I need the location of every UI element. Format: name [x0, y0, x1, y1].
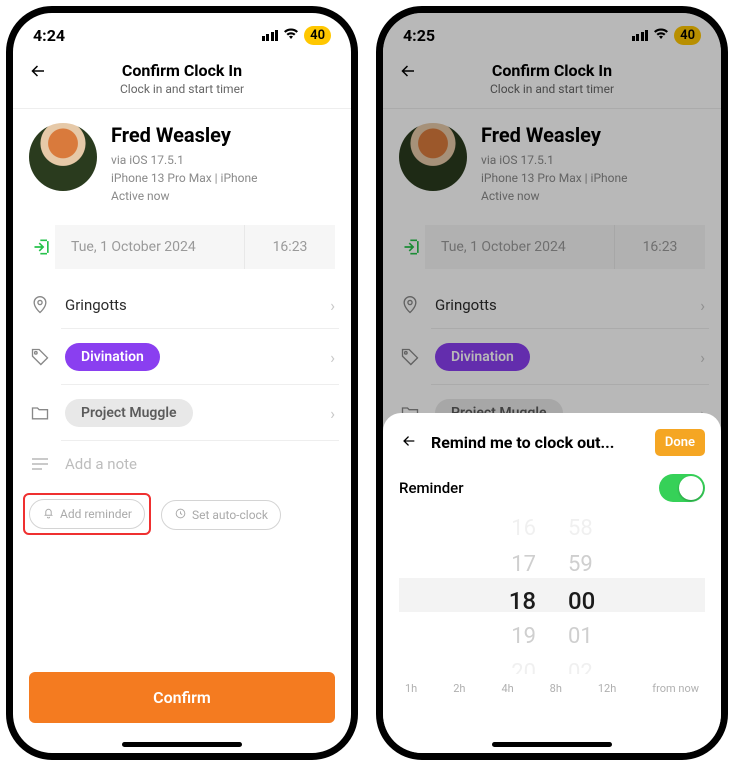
project-row[interactable]: Project Muggle ›	[13, 385, 351, 441]
clock-icon	[174, 507, 187, 523]
picker-hour-option[interactable]: 16	[511, 514, 536, 544]
quick-from-now[interactable]: from now	[652, 682, 699, 695]
highlight-add-reminder: Add reminder	[23, 493, 151, 535]
wifi-icon	[283, 26, 299, 44]
tag-pill[interactable]: Divination	[65, 343, 160, 371]
phone-left: 4:24 40 Confirm Clock In Clock in and st…	[6, 6, 358, 760]
profile-status: Active now	[111, 187, 257, 205]
time-picker[interactable]: 16 17 18 19 20 58 59 00 01 02	[399, 514, 705, 674]
chevron-right-icon: ›	[330, 348, 335, 367]
home-indicator	[492, 742, 612, 747]
location-row[interactable]: Gringotts ›	[13, 281, 351, 329]
date-field[interactable]: Tue, 1 October 2024	[55, 225, 245, 269]
status-bar: 4:24 40	[13, 13, 351, 57]
back-arrow-icon[interactable]	[27, 61, 49, 86]
quick-4h[interactable]: 4h	[501, 682, 513, 695]
status-right: 40	[262, 26, 331, 45]
phone-right: 4:25 40 Confirm Clock In Clock in and st…	[376, 6, 728, 760]
quick-12h[interactable]: 12h	[598, 682, 616, 695]
confirm-button[interactable]: Confirm	[29, 672, 335, 723]
sheet-title: Remind me to clock out...	[431, 433, 643, 452]
chevron-right-icon: ›	[330, 296, 335, 315]
location-pin-icon	[29, 295, 51, 315]
quick-2h[interactable]: 2h	[453, 682, 465, 695]
status-time: 4:24	[33, 26, 65, 45]
avatar	[29, 123, 97, 191]
tag-row[interactable]: Divination ›	[13, 329, 351, 385]
time-field[interactable]: 16:23	[245, 225, 335, 269]
location-label: Gringotts	[65, 296, 316, 314]
picker-minute-selected[interactable]: 00	[568, 586, 595, 616]
done-button[interactable]: Done	[655, 429, 705, 456]
page-header: Confirm Clock In Clock in and start time…	[13, 57, 351, 109]
quick-1h[interactable]: 1h	[405, 682, 417, 695]
quick-8h[interactable]: 8h	[550, 682, 562, 695]
picker-hour-selected[interactable]: 18	[509, 586, 536, 616]
chevron-right-icon: ›	[330, 404, 335, 423]
notes-icon	[29, 457, 51, 471]
profile-os: via iOS 17.5.1	[111, 151, 257, 169]
add-reminder-chip[interactable]: Add reminder	[29, 499, 145, 529]
picker-minute-option[interactable]: 02	[568, 658, 593, 674]
battery-badge: 40	[304, 26, 331, 45]
add-reminder-label: Add reminder	[60, 507, 132, 521]
home-indicator	[122, 742, 242, 747]
reminder-toggle-row: Reminder	[399, 474, 705, 502]
reminder-toggle[interactable]	[659, 474, 705, 502]
picker-minutes[interactable]: 58 59 00 01 02	[552, 514, 705, 674]
set-autoclock-chip[interactable]: Set auto-clock	[161, 500, 281, 530]
profile-info: Fred Weasley via iOS 17.5.1 iPhone 13 Pr…	[111, 123, 257, 205]
sheet-header: Remind me to clock out... Done	[399, 429, 705, 456]
clockin-arrow-icon	[29, 237, 55, 257]
set-autoclock-label: Set auto-clock	[192, 508, 268, 522]
bell-icon	[42, 506, 55, 522]
signal-icon	[262, 30, 279, 41]
picker-minute-option[interactable]: 59	[568, 550, 593, 580]
tag-icon	[29, 347, 51, 367]
folder-icon	[29, 403, 51, 423]
picker-minute-option[interactable]: 01	[568, 622, 593, 652]
reminder-sheet: Remind me to clock out... Done Reminder …	[383, 413, 721, 753]
quick-duration-row: 1h 2h 4h 8h 12h from now	[399, 674, 705, 695]
project-pill[interactable]: Project Muggle	[65, 399, 193, 427]
note-row[interactable]: Add a note	[13, 441, 351, 487]
profile-section: Fred Weasley via iOS 17.5.1 iPhone 13 Pr…	[13, 109, 351, 213]
profile-name: Fred Weasley	[111, 123, 257, 147]
sheet-back-icon[interactable]	[399, 433, 419, 453]
reminder-label: Reminder	[399, 479, 464, 497]
profile-device: iPhone 13 Pro Max | iPhone	[111, 169, 257, 187]
page-title: Confirm Clock In	[13, 61, 351, 80]
picker-minute-option[interactable]: 58	[568, 514, 593, 544]
picker-hours[interactable]: 16 17 18 19 20	[399, 514, 552, 674]
picker-hour-option[interactable]: 20	[511, 658, 536, 674]
picker-hour-option[interactable]: 17	[511, 550, 536, 580]
datetime-row: Tue, 1 October 2024 16:23	[29, 223, 335, 271]
picker-hour-option[interactable]: 19	[511, 622, 536, 652]
note-placeholder: Add a note	[65, 455, 335, 473]
page-subtitle: Clock in and start timer	[13, 82, 351, 96]
